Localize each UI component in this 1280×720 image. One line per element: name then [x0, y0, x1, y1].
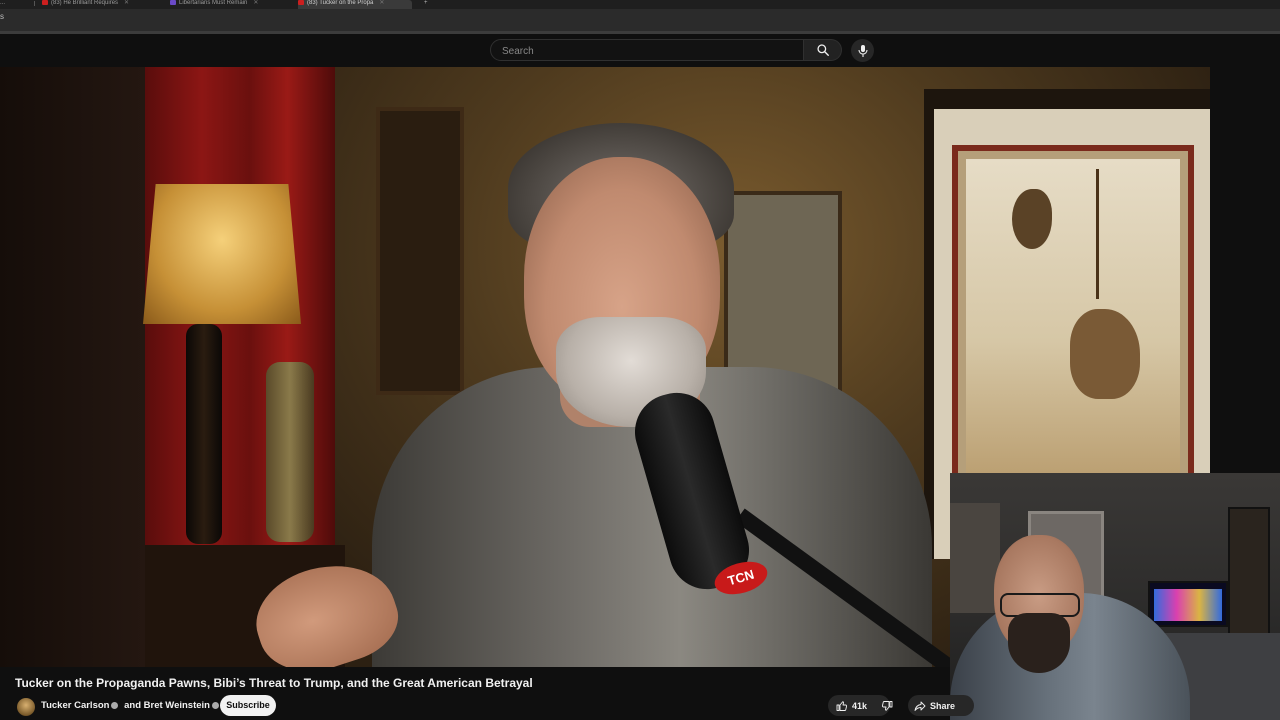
youtube-favicon-icon — [298, 0, 304, 5]
webcam-tv — [1148, 581, 1228, 627]
verified-icon — [111, 701, 119, 709]
tab-label: (83) Tucker on the Propa — [307, 0, 374, 6]
search-icon — [816, 44, 829, 56]
site-favicon-icon — [170, 0, 176, 5]
channel-names: Tucker Carlson and Bret Weinstein — [41, 700, 222, 711]
like-button[interactable]: 41k — [828, 700, 867, 712]
search-input[interactable] — [500, 43, 794, 59]
channel-avatar[interactable] — [17, 698, 35, 716]
new-tab-icon[interactable]: + — [424, 0, 434, 9]
subscribe-button[interactable]: Subscribe — [220, 695, 276, 716]
youtube-favicon-icon — [42, 0, 48, 5]
channel-name-link[interactable]: Tucker Carlson — [41, 700, 109, 711]
tab-label: Libertarians Must Remain — [179, 0, 248, 6]
webcam-overlay — [950, 473, 1280, 720]
browser-tab[interactable]: (83) He Brilliant Requires ✕ — [42, 0, 162, 9]
search-box[interactable] — [490, 39, 804, 61]
address-text: s — [0, 12, 4, 21]
address-bar[interactable]: s — [0, 9, 1280, 31]
tapestry-dog — [1070, 309, 1140, 399]
share-icon — [914, 701, 926, 711]
video-background-left — [0, 67, 145, 667]
tab-label: ... — [0, 0, 6, 6]
voice-search-button[interactable] — [851, 39, 874, 62]
video-title: Tucker on the Propaganda Pawns, Bibi’s T… — [15, 676, 533, 690]
channel-row: Tucker Carlson and Bret Weinstein Subscr… — [15, 695, 974, 717]
browser-tab-strip: ... (83) He Brilliant Requires ✕ Libertar… — [0, 0, 1280, 9]
microphone-icon — [857, 44, 868, 57]
close-tab-icon[interactable]: ✕ — [124, 0, 129, 6]
verified-icon — [211, 701, 219, 709]
close-tab-icon[interactable]: ✕ — [379, 0, 384, 6]
browser-tab[interactable]: ... — [0, 0, 30, 9]
video-picture-frame — [376, 107, 464, 395]
browser-tab[interactable]: Libertarians Must Remain ✕ — [170, 0, 290, 9]
search-button[interactable] — [804, 39, 842, 61]
tapestry-bird — [1012, 189, 1052, 249]
dislike-icon — [881, 700, 893, 711]
video-lampshade — [143, 184, 301, 324]
dislike-button[interactable] — [876, 695, 898, 716]
like-icon — [836, 700, 848, 711]
browser-tab-active[interactable]: (83) Tucker on the Propa ✕ — [298, 0, 412, 9]
webcam-bookshelf — [1228, 507, 1270, 641]
close-tab-icon[interactable]: ✕ — [253, 0, 258, 6]
channel-and-text: and — [124, 700, 141, 711]
tab-label: (83) He Brilliant Requires — [51, 0, 119, 6]
video-lamp-base — [186, 324, 222, 544]
share-button[interactable]: Share — [908, 695, 974, 716]
channel-name-link[interactable]: Bret Weinstein — [144, 700, 210, 711]
video-vase — [266, 362, 314, 542]
share-label: Share — [930, 700, 956, 711]
youtube-header — [0, 34, 1280, 67]
tapestry-tree — [1096, 169, 1169, 299]
tab-separator — [34, 1, 35, 6]
like-count: 41k — [852, 700, 868, 711]
